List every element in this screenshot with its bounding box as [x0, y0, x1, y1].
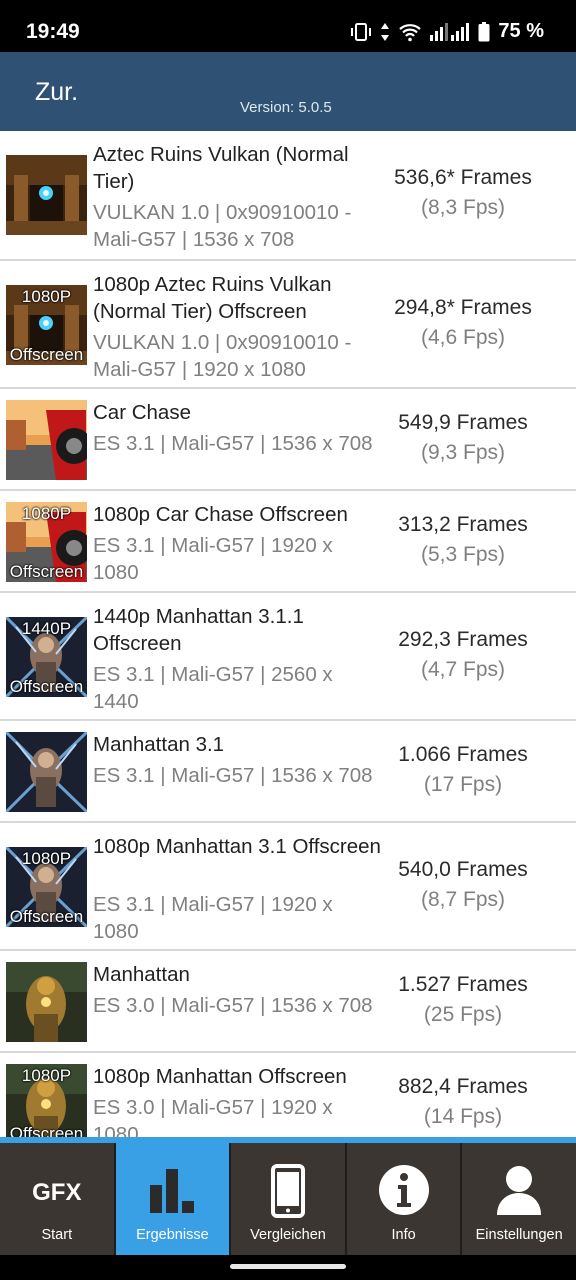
score-fps: (8,7 Fps) [420, 888, 506, 911]
benchmark-details: VULKAN 1.0 | 0x90910010 - Mali-G57 | 192… [93, 331, 352, 381]
vibrate-icon [350, 22, 372, 42]
benchmark-thumbnail [6, 155, 87, 235]
score-fps: (25 Fps) [423, 1003, 503, 1026]
gfx-logo-icon: GFX [32, 1179, 82, 1206]
score-frames: 1.527 Frames [398, 973, 528, 996]
resolution-tag: 1080P [21, 1066, 72, 1085]
benchmark-details: ES 3.0 | Mali-G57 | 1920 x 1080 [93, 1096, 333, 1137]
resolution-tag: 1080P [21, 849, 72, 868]
resolution-tag: 1080P [21, 287, 72, 306]
result-row[interactable]: 1080P Offscreen 1080p Manhattan 3.1 Offscr… [0, 821, 576, 949]
offscreen-tag: Offscreen [9, 677, 84, 696]
home-indicator[interactable] [230, 1264, 346, 1269]
result-row[interactable]: Manhattan 3.1 ES 3.1 | Mali-G57 | 1536 x … [0, 719, 576, 821]
result-row[interactable]: 1080P Offscreen 1080p Aztec Ruins Vulkan (… [0, 259, 576, 387]
info-icon [377, 1163, 431, 1222]
benchmark-title: 1440p Manhattan 3.1.1 Offscreen [93, 605, 304, 655]
nav-label: Einstellungen [475, 1227, 563, 1243]
score-frames: 540,0 Frames [398, 858, 528, 881]
phone-icon [268, 1163, 308, 1224]
benchmark-title: 1080p Manhattan Offscreen [93, 1065, 347, 1088]
benchmark-details: VULKAN 1.0 | 0x90910010 - Mali-G57 | 153… [93, 201, 352, 251]
back-button[interactable]: Zur. [35, 78, 78, 107]
score-fps: (4,7 Fps) [420, 658, 506, 681]
benchmark-thumbnail [6, 732, 87, 812]
benchmark-details: ES 3.1 | Mali-G57 | 1920 x 1080 [93, 893, 333, 943]
score-frames: 292,3 Frames [398, 628, 528, 651]
score-fps: (8,3 Fps) [420, 196, 506, 219]
benchmark-title: Manhattan 3.1 [93, 733, 225, 756]
result-row[interactable]: 1440P Offscreen 1440p Manhattan 3.1.1 Offs… [0, 591, 576, 719]
nav-ergebnisse[interactable]: Ergebnisse [115, 1143, 232, 1255]
result-row[interactable]: Car Chase ES 3.1 | Mali-G57 | 1536 x 708 5… [0, 387, 576, 489]
benchmark-title: Aztec Ruins Vulkan (Normal Tier) [93, 143, 349, 193]
score-frames: 313,2 Frames [398, 513, 528, 536]
bottom-nav: GFX Start Ergebnisse Vergleichen Info Ei… [0, 1137, 576, 1255]
version-label: Version: 5.0.5 [240, 99, 332, 116]
result-row[interactable]: 1080P Offscreen 1080p Manhattan Offscreen E… [0, 1051, 576, 1137]
score-frames: 1.066 Frames [398, 743, 528, 766]
resolution-tag: 1080P [21, 504, 72, 523]
nav-vergleichen[interactable]: Vergleichen [231, 1143, 347, 1255]
nav-label: Ergebnisse [136, 1227, 209, 1243]
benchmark-thumbnail: 1080P Offscreen [6, 502, 87, 582]
benchmark-details: ES 3.1 | Mali-G57 | 2560 x 1440 [93, 663, 333, 713]
benchmark-thumbnail: 1080P Offscreen [6, 1064, 87, 1137]
benchmark-thumbnail: 1080P Offscreen [6, 285, 87, 365]
wifi-icon [398, 22, 422, 42]
gesture-bar [0, 1255, 576, 1280]
person-icon [494, 1163, 544, 1222]
benchmark-thumbnail [6, 400, 87, 480]
score-fps: (4,6 Fps) [420, 326, 506, 349]
app-header: Zur. Version: 5.0.5 [0, 52, 576, 131]
benchmark-thumbnail: 1080P Offscreen [6, 847, 87, 927]
benchmark-details: ES 3.1 | Mali-G57 | 1536 x 708 [93, 432, 373, 455]
score-fps: (9,3 Fps) [420, 441, 506, 464]
score-frames: 536,6* Frames [394, 166, 532, 189]
battery-percent: 75 % [498, 20, 544, 42]
score-frames: 294,8* Frames [394, 296, 532, 319]
nav-info[interactable]: Info [346, 1143, 463, 1255]
battery-icon [478, 21, 490, 42]
score-fps: (17 Fps) [423, 773, 503, 796]
score-frames: 549,9 Frames [398, 411, 528, 434]
score-fps: (5,3 Fps) [420, 543, 506, 566]
status-icons: 75 % [350, 20, 544, 43]
offscreen-tag: Offscreen [9, 562, 84, 581]
benchmark-details: ES 3.1 | Mali-G57 | 1920 x 1080 [93, 534, 333, 584]
benchmark-thumbnail: 1440P Offscreen [6, 617, 87, 697]
benchmark-details: ES 3.0 | Mali-G57 | 1536 x 708 [93, 994, 373, 1017]
data-arrows-icon [380, 22, 390, 42]
status-bar: 19:49 75 % [0, 0, 576, 52]
benchmark-title: 1080p Aztec Ruins Vulkan (Normal Tier) O… [93, 273, 332, 323]
resolution-tag: 1440P [21, 619, 72, 638]
score-fps: (14 Fps) [423, 1105, 503, 1128]
nav-start[interactable]: GFX Start [0, 1143, 116, 1255]
benchmark-thumbnail [6, 962, 87, 1042]
status-time: 19:49 [26, 20, 80, 43]
results-list[interactable]: Aztec Ruins Vulkan (Normal Tier) VULKAN 1… [0, 131, 576, 1137]
benchmark-title: Manhattan [93, 963, 190, 986]
offscreen-tag: Offscreen [9, 345, 84, 364]
nav-einstellungen[interactable]: Einstellungen [462, 1143, 576, 1255]
nav-label: Vergleichen [250, 1227, 326, 1243]
score-frames: 882,4 Frames [398, 1075, 528, 1098]
nav-label: Info [391, 1227, 416, 1243]
offscreen-tag: Offscreen [9, 1124, 84, 1137]
benchmark-title: 1080p Car Chase Offscreen [93, 503, 348, 526]
bar-chart-icon [144, 1163, 200, 1222]
benchmark-details: ES 3.1 | Mali-G57 | 1536 x 708 [93, 764, 373, 787]
offscreen-tag: Offscreen [9, 907, 84, 926]
result-row[interactable]: Aztec Ruins Vulkan (Normal Tier) VULKAN 1… [0, 131, 576, 259]
result-row[interactable]: Manhattan ES 3.0 | Mali-G57 | 1536 x 708 1… [0, 949, 576, 1051]
benchmark-title: 1080p Manhattan 3.1 Offscreen [93, 835, 381, 858]
nav-label: Start [41, 1227, 73, 1243]
result-row[interactable]: 1080P Offscreen 1080p Car Chase Offscreen E… [0, 489, 576, 591]
benchmark-title: Car Chase [93, 401, 191, 424]
signal-icon [430, 22, 470, 42]
